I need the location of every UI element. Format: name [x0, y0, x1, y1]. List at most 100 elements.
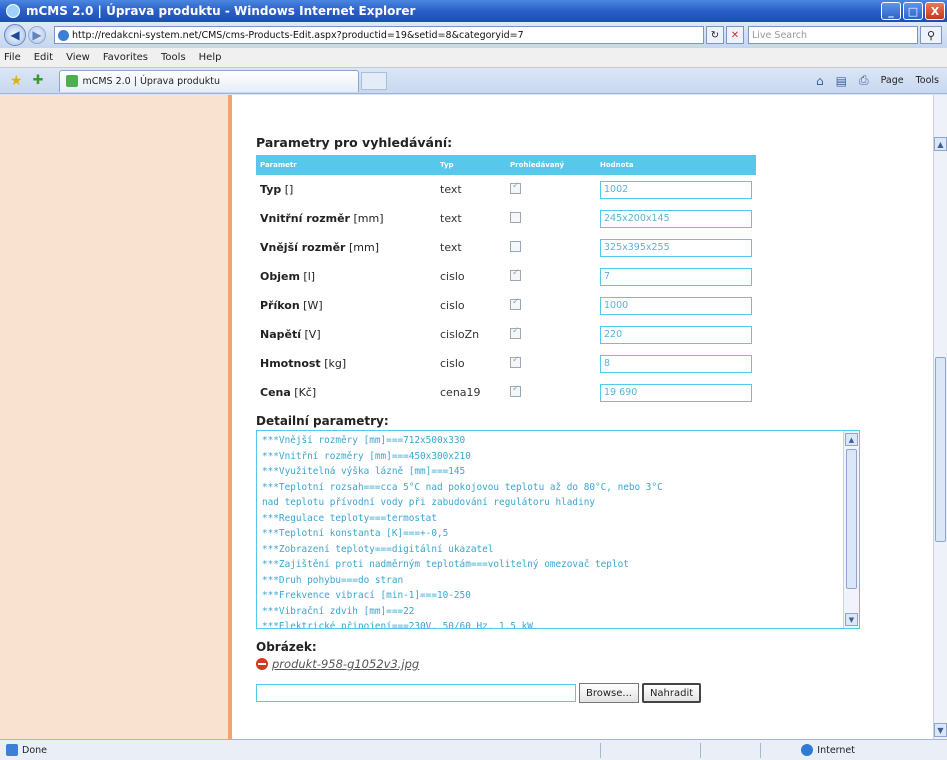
param-value-input[interactable]: 1000	[600, 296, 752, 315]
detail-line: ***Frekvence vibrací [min-1]===10-250	[262, 590, 471, 601]
menu-favorites[interactable]: Favorites	[103, 52, 148, 63]
param-name-cell: Příkon [W]	[256, 291, 436, 320]
params-title: Parametry pro vyhledávání:	[256, 135, 453, 150]
status-divider	[760, 743, 761, 758]
param-value-cell: 7	[596, 262, 756, 291]
close-button[interactable]: X	[925, 2, 945, 20]
status-divider	[700, 743, 701, 758]
search-button[interactable]: ⚲	[920, 26, 942, 44]
param-name-cell: Vnitřní rozměr [mm]	[256, 204, 436, 233]
page-scroll-thumb[interactable]	[935, 357, 946, 542]
param-value-input[interactable]: 325x395x255	[600, 238, 752, 257]
searchable-checkbox[interactable]	[510, 297, 521, 310]
done-icon	[6, 744, 18, 756]
page-scroll-up-icon[interactable]: ▲	[934, 137, 947, 151]
searchable-checkbox[interactable]	[510, 240, 521, 252]
favorites-star-icon[interactable]: ★	[10, 73, 23, 89]
searchable-checkbox[interactable]	[510, 211, 521, 223]
tab-active[interactable]: mCMS 2.0 | Úprava produktu	[59, 69, 360, 92]
param-searchable-cell	[506, 378, 596, 407]
detail-line: ***Druh pohybu===do stran	[262, 574, 404, 586]
param-type: cena19	[440, 386, 481, 399]
param-type: cislo	[440, 299, 465, 312]
home-icon[interactable]: ⌂	[816, 74, 824, 88]
feeds-icon[interactable]: ▤	[836, 74, 847, 88]
detail-line: ***Teplotní konstanta [K]===+-0,5	[262, 528, 449, 539]
url-field[interactable]: http://redakcni-system.net/CMS/cms-Produ…	[54, 26, 704, 44]
forward-button[interactable]: ▶	[28, 26, 46, 44]
add-favorite-icon[interactable]: ✚	[33, 73, 44, 88]
searchable-checkbox[interactable]	[510, 326, 521, 339]
image-row: produkt-958-g1052v3.jpg	[256, 657, 876, 671]
param-value-cell: 1002	[596, 175, 756, 204]
upload-row: Browse... Nahradit	[256, 683, 876, 703]
file-path-input[interactable]	[256, 684, 576, 702]
param-type: text	[440, 212, 462, 225]
menu-tools[interactable]: Tools	[161, 52, 186, 63]
param-searchable-cell	[506, 233, 596, 262]
param-name: Objem	[260, 270, 300, 283]
param-value-cell: 8	[596, 349, 756, 378]
detail-line: ***Zobrazení teploty===digitální ukazate…	[262, 543, 494, 555]
searchable-checkbox[interactable]	[510, 181, 521, 194]
status-bar: Done Internet	[0, 739, 947, 760]
refresh-button[interactable]: ↻	[706, 26, 724, 44]
minimize-button[interactable]: _	[881, 2, 901, 20]
param-value-input[interactable]: 8	[600, 354, 752, 373]
menu-edit[interactable]: Edit	[34, 52, 53, 63]
param-name-cell: Vnější rozměr [mm]	[256, 233, 436, 262]
scroll-down-icon[interactable]: ▼	[845, 613, 858, 626]
back-button[interactable]: ◀	[4, 24, 26, 46]
detail-scrollbar[interactable]: ▲ ▼	[843, 431, 859, 628]
replace-button[interactable]: Nahradit	[641, 683, 702, 703]
param-name-cell: Objem [l]	[256, 262, 436, 291]
page-menu[interactable]: Page	[881, 75, 904, 86]
arrow-left-icon: ◀	[10, 28, 20, 42]
menu-file[interactable]: File	[4, 52, 21, 63]
scroll-up-icon[interactable]: ▲	[845, 433, 858, 446]
main-form: Parametry pro vyhledávání: Parametr Typ …	[256, 95, 876, 703]
stop-button[interactable]: ✕	[726, 26, 744, 44]
search-icon: ⚲	[926, 28, 936, 42]
arrow-right-icon: ▶	[32, 28, 42, 42]
scroll-thumb[interactable]	[846, 449, 857, 589]
search-input[interactable]: Live Search	[748, 26, 918, 44]
param-value-input[interactable]: 245x200x145	[600, 209, 752, 228]
searchable-checkbox[interactable]	[510, 268, 521, 281]
detail-line: nad teplotu přívodní vody při zabudování…	[262, 497, 596, 508]
internet-globe-icon	[801, 744, 814, 756]
maximize-button[interactable]: □	[903, 2, 923, 20]
print-icon[interactable]: ⎙	[859, 73, 869, 88]
param-name: Napětí	[260, 328, 301, 341]
param-searchable-cell	[506, 204, 596, 233]
detail-line: ***Využitelná výška lázně [mm]===145	[262, 466, 466, 477]
param-row: Příkon [W] cislo 1000	[256, 291, 756, 320]
param-value-input[interactable]: 220	[600, 325, 752, 344]
tools-menu[interactable]: Tools	[916, 75, 939, 86]
param-value-input[interactable]: 19 690	[600, 383, 752, 402]
searchable-checkbox[interactable]	[510, 384, 521, 397]
param-type: cislo	[440, 270, 465, 283]
searchable-checkbox[interactable]	[510, 355, 521, 368]
page-scroll-down-icon[interactable]: ▼	[934, 723, 947, 737]
col-header-param: Parametr	[256, 155, 436, 175]
page-content: Parametry pro vyhledávání: Parametr Typ …	[0, 95, 933, 739]
image-link[interactable]: produkt-958-g1052v3.jpg	[272, 657, 419, 671]
menu-help[interactable]: Help	[199, 52, 222, 63]
param-unit: [kg]	[324, 357, 347, 370]
param-searchable-cell	[506, 291, 596, 320]
status-divider	[600, 743, 601, 758]
menu-view[interactable]: View	[66, 52, 90, 63]
param-unit: [V]	[304, 328, 321, 341]
param-value-input[interactable]: 7	[600, 267, 752, 286]
command-bar: ⌂ ▤ ⎙ Page Tools	[816, 73, 947, 88]
page-scrollbar[interactable]: ▲ ▼	[933, 95, 947, 739]
delete-icon[interactable]	[256, 658, 268, 670]
param-searchable-cell	[506, 175, 596, 204]
new-tab-button[interactable]	[361, 71, 388, 90]
detail-textarea[interactable]: ***Vnější rozměry [mm]===712x500x330 ***V…	[256, 430, 860, 629]
browse-button[interactable]: Browse...	[579, 683, 639, 703]
params-header-row: Parametr Typ Prohledávaný Hodnota	[256, 155, 756, 175]
param-value-input[interactable]: 1002	[600, 180, 752, 199]
status-text: Done	[22, 744, 47, 756]
